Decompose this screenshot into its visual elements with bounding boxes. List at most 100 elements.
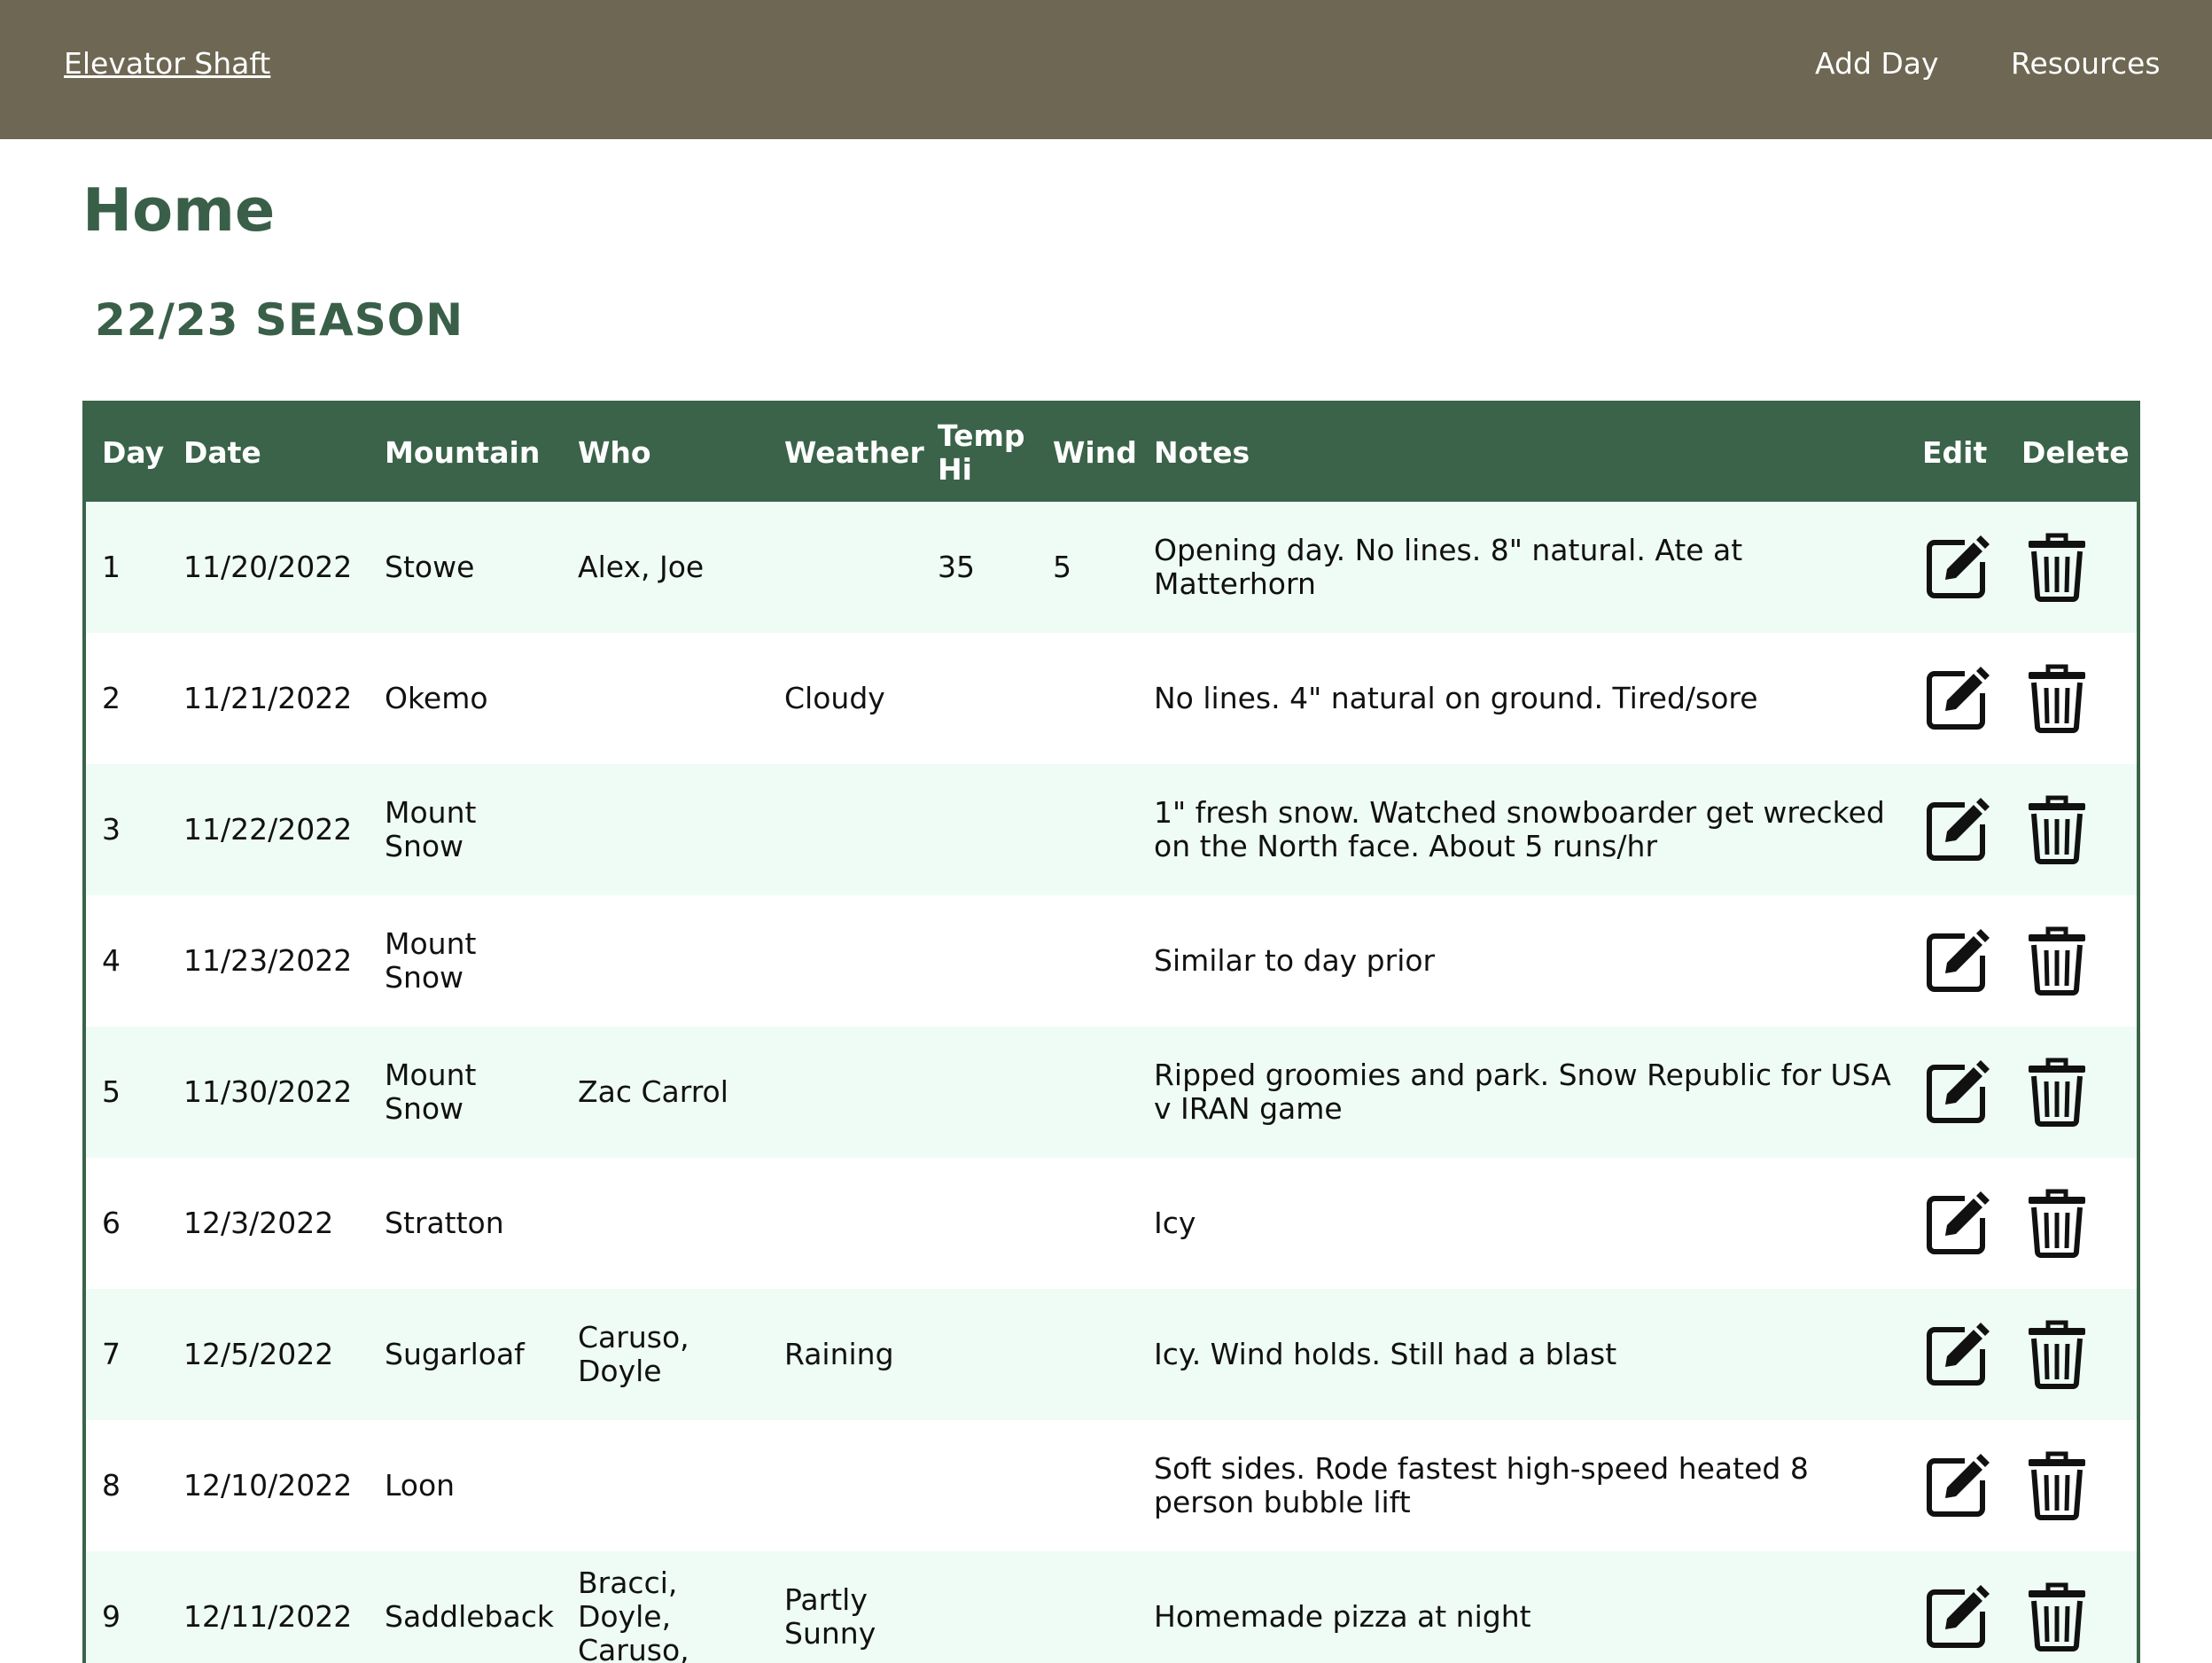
cell-mountain: Stowe: [385, 550, 475, 584]
cell-mountain: Okemo: [385, 681, 488, 715]
table-row: 9 12/11/2022 Saddleback Bracci, Doyle, Caru…: [86, 1551, 2137, 1663]
ski-days-table: Day Date Mountain Who Weather Temp Hi Wi…: [86, 404, 2137, 1663]
edit-icon[interactable]: [1922, 794, 1993, 865]
cell-notes: Icy: [1154, 1206, 1196, 1240]
cell-wind: 5: [1053, 550, 1071, 584]
brand-link[interactable]: Elevator Shaft: [64, 46, 270, 81]
top-navbar: Elevator Shaft Add Day Resources: [0, 0, 2212, 139]
ski-days-table-container: Day Date Mountain Who Weather Temp Hi Wi…: [82, 401, 2140, 1663]
cell-who: [562, 895, 768, 1027]
cell-mountain: Mount Snow: [385, 1058, 477, 1126]
cell-day: 3: [102, 812, 121, 847]
table-row: 3 11/22/2022 Mount Snow 1" fresh snow. Watc…: [86, 764, 2137, 895]
cell-wind: [1037, 764, 1138, 895]
cell-day: 5: [102, 1074, 121, 1109]
cell-delete: [2006, 1027, 2137, 1158]
edit-icon[interactable]: [1922, 925, 1993, 996]
edit-icon[interactable]: [1922, 1450, 1993, 1521]
cell-notes: No lines. 4" natural on ground. Tired/so…: [1154, 681, 1758, 715]
cell-weather: Cloudy: [784, 681, 885, 715]
cell-weather: [768, 895, 922, 1027]
cell-edit: [1906, 895, 2006, 1027]
cell-weather: [768, 1027, 922, 1158]
cell-edit: [1906, 633, 2006, 764]
cell-date: 11/20/2022: [183, 550, 353, 584]
trash-icon[interactable]: [2021, 1188, 2092, 1259]
cell-wind: [1037, 1289, 1138, 1420]
table-row: 1 11/20/2022 Stowe Alex, Joe 35 5 Opening day.…: [86, 502, 2137, 633]
cell-wind: [1037, 1158, 1138, 1289]
cell-notes: Homemade pizza at night: [1154, 1599, 1531, 1634]
edit-icon[interactable]: [1922, 1057, 1993, 1128]
trash-icon[interactable]: [2021, 925, 2092, 996]
column-header-wind: Wind: [1053, 435, 1137, 470]
cell-temp-hi: 35: [938, 550, 975, 584]
cell-notes: Opening day. No lines. 8" natural. Ate a…: [1154, 533, 1743, 601]
nav-resources-link[interactable]: Resources: [2011, 46, 2161, 81]
edit-icon[interactable]: [1922, 532, 1993, 603]
cell-edit: [1906, 502, 2006, 633]
cell-temp-hi: [922, 764, 1037, 895]
cell-day: 1: [102, 550, 121, 584]
column-header-date: Date: [183, 435, 261, 470]
cell-weather: Raining: [784, 1337, 894, 1371]
column-header-weather: Weather: [784, 435, 924, 470]
cell-edit: [1906, 1289, 2006, 1420]
page-title: Home: [82, 176, 276, 245]
season-title: 22/23 SEASON: [95, 294, 464, 346]
column-header-mountain: Mountain: [385, 435, 541, 470]
cell-temp-hi: [922, 1551, 1037, 1663]
cell-weather: [768, 1158, 922, 1289]
cell-day: 4: [102, 943, 121, 978]
cell-notes: 1" fresh snow. Watched snowboarder get w…: [1154, 795, 1885, 863]
cell-temp-hi: [922, 1158, 1037, 1289]
edit-icon[interactable]: [1922, 1319, 1993, 1390]
table-row: 2 11/21/2022 Okemo Cloudy No lines. 4" natur…: [86, 633, 2137, 764]
cell-notes: Similar to day prior: [1154, 943, 1436, 978]
nav-add-day-link[interactable]: Add Day: [1815, 46, 1939, 81]
cell-wind: [1037, 1551, 1138, 1663]
cell-edit: [1906, 1551, 2006, 1663]
column-header-who: Who: [578, 435, 651, 470]
cell-who: [562, 633, 768, 764]
cell-notes: Ripped groomies and park. Snow Republic …: [1154, 1058, 1891, 1126]
trash-icon[interactable]: [2021, 532, 2092, 603]
cell-weather: [768, 764, 922, 895]
cell-delete: [2006, 895, 2137, 1027]
trash-icon[interactable]: [2021, 1450, 2092, 1521]
cell-mountain: Stratton: [385, 1206, 504, 1240]
column-header-delete: Delete: [2021, 435, 2130, 470]
cell-day: 6: [102, 1206, 121, 1240]
edit-icon[interactable]: [1922, 1581, 1993, 1652]
cell-date: 11/23/2022: [183, 943, 353, 978]
cell-who: Caruso, Doyle: [578, 1320, 689, 1388]
cell-delete: [2006, 633, 2137, 764]
cell-who: [562, 1420, 768, 1551]
edit-icon[interactable]: [1922, 663, 1993, 734]
trash-icon[interactable]: [2021, 794, 2092, 865]
table-body: 1 11/20/2022 Stowe Alex, Joe 35 5 Opening day.…: [86, 502, 2137, 1663]
cell-day: 7: [102, 1337, 121, 1371]
trash-icon[interactable]: [2021, 1581, 2092, 1652]
cell-who: [562, 1158, 768, 1289]
cell-date: 12/5/2022: [183, 1337, 334, 1371]
cell-mountain: Mount Snow: [385, 795, 477, 863]
cell-day: 9: [102, 1599, 121, 1634]
cell-delete: [2006, 1551, 2137, 1663]
trash-icon[interactable]: [2021, 663, 2092, 734]
table-row: 8 12/10/2022 Loon Soft sides. Rode fastest …: [86, 1420, 2137, 1551]
trash-icon[interactable]: [2021, 1057, 2092, 1128]
edit-icon[interactable]: [1922, 1188, 1993, 1259]
column-header-edit: Edit: [1922, 435, 1988, 470]
cell-edit: [1906, 1420, 2006, 1551]
cell-wind: [1037, 895, 1138, 1027]
cell-day: 8: [102, 1468, 121, 1503]
column-header-day: Day: [102, 435, 165, 470]
table-row: 7 12/5/2022 Sugarloaf Caruso, Doyle Raining I…: [86, 1289, 2137, 1420]
trash-icon[interactable]: [2021, 1319, 2092, 1390]
cell-delete: [2006, 1289, 2137, 1420]
table-header-row: Day Date Mountain Who Weather Temp Hi Wi…: [86, 404, 2137, 502]
column-header-temp-hi: Temp Hi: [938, 418, 1025, 487]
cell-mountain: Mount Snow: [385, 926, 477, 995]
cell-edit: [1906, 1158, 2006, 1289]
